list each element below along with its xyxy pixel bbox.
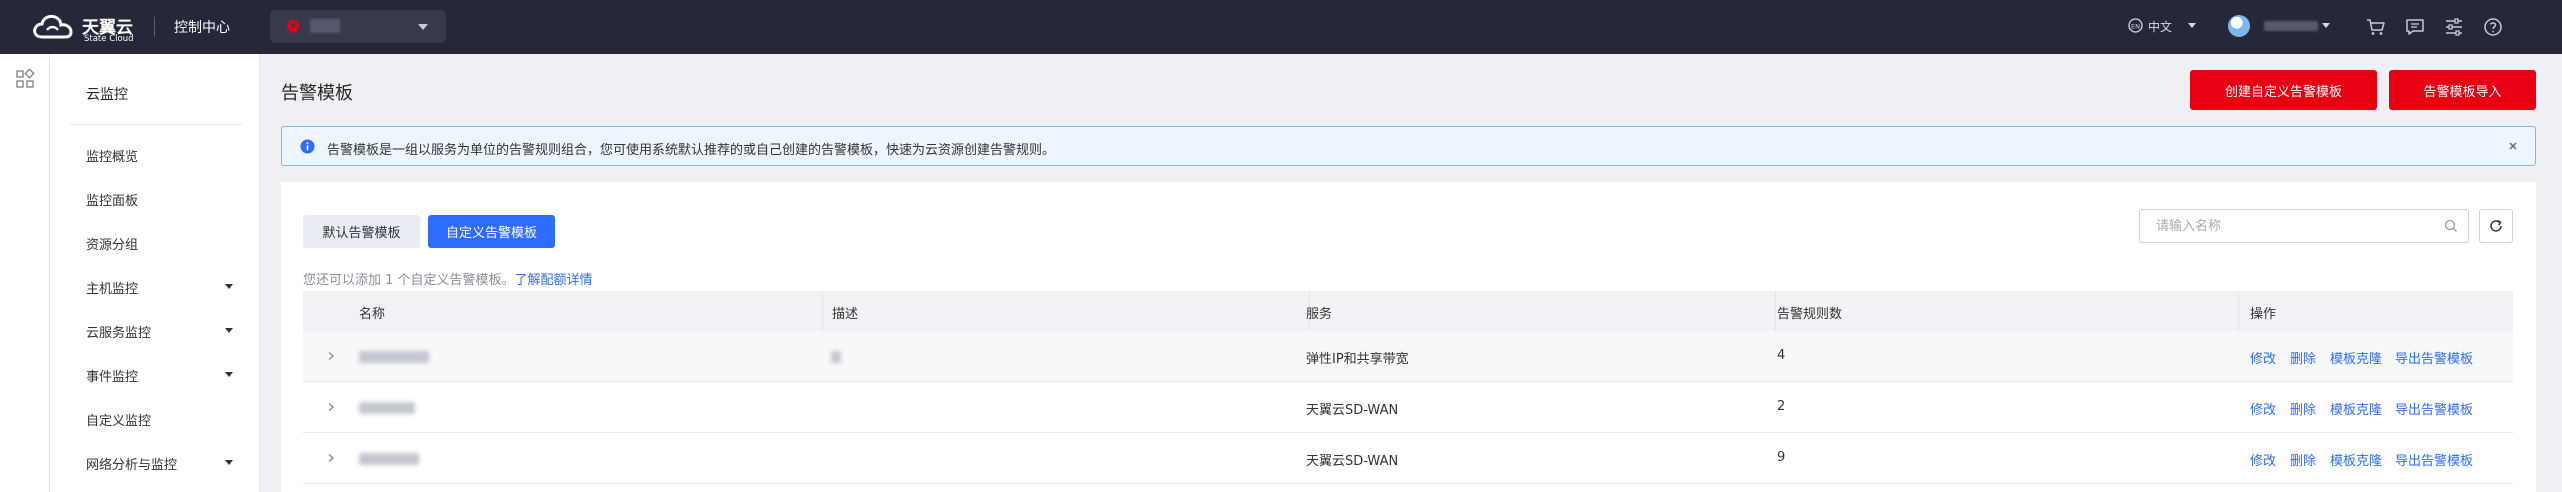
column-divider xyxy=(1775,291,1776,331)
export-template-link[interactable]: 导出告警模板 xyxy=(2395,348,2473,367)
clone-template-link[interactable]: 模板克隆 xyxy=(2330,348,2382,367)
tab-default-templates[interactable]: 默认告警模板 xyxy=(303,215,420,248)
template-name-redacted xyxy=(359,453,419,465)
chevron-down-icon[interactable] xyxy=(225,328,233,333)
sidebar-item-resource-groups[interactable]: 资源分组 xyxy=(86,234,138,253)
template-name-redacted xyxy=(359,402,415,414)
info-notice: 告警模板是一组以服务为单位的告警规则组合，您可使用系统默认推荐的或自己创建的告警… xyxy=(281,126,2536,166)
apps-grid-icon[interactable] xyxy=(15,69,35,89)
export-template-link[interactable]: 导出告警模板 xyxy=(2395,399,2473,418)
sidebar-item-monitor-dashboard[interactable]: 监控面板 xyxy=(86,190,138,209)
tab-custom-templates[interactable]: 自定义告警模板 xyxy=(428,215,555,248)
language-icon: EN xyxy=(2128,18,2143,33)
column-divider xyxy=(822,291,823,331)
create-custom-template-button[interactable]: 创建自定义告警模板 xyxy=(2190,70,2377,110)
rule-count-cell: 4 xyxy=(1777,348,1786,363)
quota-text: 您还可以添加 1 个自定义告警模板。 xyxy=(303,273,515,288)
column-header-rule-count: 告警规则数 xyxy=(1777,307,1843,322)
cloud-logo-icon xyxy=(33,14,73,39)
service-cell: 弹性IP和共享带宽 xyxy=(1306,352,1409,367)
sidebar-item-custom-monitoring[interactable]: 自定义监控 xyxy=(86,410,151,429)
avatar xyxy=(2228,15,2250,37)
console-title[interactable]: 控制中心 xyxy=(174,17,230,37)
delete-link[interactable]: 删除 xyxy=(2290,399,2316,418)
service-cell: 天翼云SD-WAN xyxy=(1306,454,1399,469)
sidebar-item-monitor-overview[interactable]: 监控概览 xyxy=(86,146,138,165)
rule-count-cell: 9 xyxy=(1777,450,1786,465)
clone-template-link[interactable]: 模板克隆 xyxy=(2330,399,2382,418)
export-template-link[interactable]: 导出告警模板 xyxy=(2395,450,2473,469)
delete-link[interactable]: 删除 xyxy=(2290,450,2316,469)
chevron-right-icon[interactable] xyxy=(326,351,336,361)
column-header-name: 名称 xyxy=(359,307,386,322)
logo-subtitle: State Cloud xyxy=(84,34,134,44)
sidebar-item-cloud-service-monitoring[interactable]: 云服务监控 xyxy=(86,322,151,341)
column-header-service: 服务 xyxy=(1306,307,1333,322)
top-navigation-bar: 天翼云 State Cloud 控制中心 EN 中文 xyxy=(0,0,2562,54)
import-template-button[interactable]: 告警模板导入 xyxy=(2389,70,2536,110)
close-icon[interactable] xyxy=(2506,139,2520,153)
template-name-redacted xyxy=(359,351,429,363)
help-icon[interactable] xyxy=(2482,16,2504,38)
chevron-right-icon[interactable] xyxy=(326,402,336,412)
user-menu[interactable] xyxy=(2228,13,2330,41)
template-list-card: 默认告警模板 自定义告警模板 您还可以添加 1 个自定义告警模板。了解配额详情 … xyxy=(281,182,2536,492)
quota-hint: 您还可以添加 1 个自定义告警模板。了解配额详情 xyxy=(303,269,593,288)
service-cell: 天翼云SD-WAN xyxy=(1306,403,1399,418)
message-icon[interactable] xyxy=(2404,16,2426,38)
chevron-down-icon xyxy=(2188,23,2196,28)
search-box xyxy=(2139,209,2469,243)
chevron-right-icon[interactable] xyxy=(326,453,336,463)
notice-text: 告警模板是一组以服务为单位的告警规则组合，您可使用系统默认推荐的或自己创建的告警… xyxy=(327,143,1056,158)
divider xyxy=(70,124,242,125)
cart-icon[interactable] xyxy=(2365,16,2387,38)
table-row[interactable]: 弹性IP和共享带宽 4 修改 删除 模板克隆 导出告警模板 xyxy=(303,331,2513,382)
chevron-down-icon[interactable] xyxy=(225,284,233,289)
column-header-actions: 操作 xyxy=(2250,307,2277,322)
search-icon[interactable] xyxy=(2444,219,2458,233)
svg-text:EN: EN xyxy=(2131,23,2140,31)
clone-template-link[interactable]: 模板克隆 xyxy=(2330,450,2382,469)
edit-link[interactable]: 修改 xyxy=(2250,399,2276,418)
location-pin-icon xyxy=(287,20,299,34)
edit-link[interactable]: 修改 xyxy=(2250,348,2276,367)
edit-link[interactable]: 修改 xyxy=(2250,450,2276,469)
region-value-redacted xyxy=(310,19,340,33)
quota-details-link[interactable]: 了解配额详情 xyxy=(515,273,593,288)
sidebar-title: 云监控 xyxy=(86,87,128,103)
username-redacted xyxy=(2264,21,2318,31)
table-header: 名称 描述 服务 告警规则数 操作 xyxy=(303,291,2513,331)
search-input[interactable] xyxy=(2140,210,2440,242)
page-title: 告警模板 xyxy=(281,83,353,104)
sidebar: 云监控 监控概览 监控面板 资源分组 主机监控 云服务监控 事件监控 自定义监控… xyxy=(50,54,260,492)
sidebar-item-network-analysis[interactable]: 网络分析与监控 xyxy=(86,454,177,473)
product-rail xyxy=(0,54,50,492)
region-selector[interactable] xyxy=(270,10,446,43)
sidebar-item-host-monitoring[interactable]: 主机监控 xyxy=(86,278,138,297)
template-description-redacted xyxy=(831,351,841,363)
rule-count-cell: 2 xyxy=(1777,399,1786,414)
refresh-button[interactable] xyxy=(2479,209,2513,243)
table-row[interactable]: 天翼云SD-WAN 2 修改 删除 模板克隆 导出告警模板 xyxy=(303,382,2513,433)
chevron-down-icon[interactable] xyxy=(225,460,233,465)
chevron-down-icon xyxy=(418,24,428,30)
chevron-down-icon[interactable] xyxy=(225,372,233,377)
column-header-description: 描述 xyxy=(832,307,859,322)
chevron-down-icon xyxy=(2322,23,2330,28)
language-label: 中文 xyxy=(2148,20,2173,34)
refresh-icon xyxy=(2490,219,2502,232)
delete-link[interactable]: 删除 xyxy=(2290,348,2316,367)
sidebar-item-event-monitoring[interactable]: 事件监控 xyxy=(86,366,138,385)
divider xyxy=(154,17,155,37)
state-cloud-logo[interactable]: 天翼云 State Cloud xyxy=(30,10,140,44)
settings-sliders-icon[interactable] xyxy=(2443,16,2465,38)
info-icon xyxy=(300,139,315,154)
column-divider xyxy=(2238,291,2239,331)
table-row[interactable]: 天翼云SD-WAN 9 修改 删除 模板克隆 导出告警模板 xyxy=(303,433,2513,484)
